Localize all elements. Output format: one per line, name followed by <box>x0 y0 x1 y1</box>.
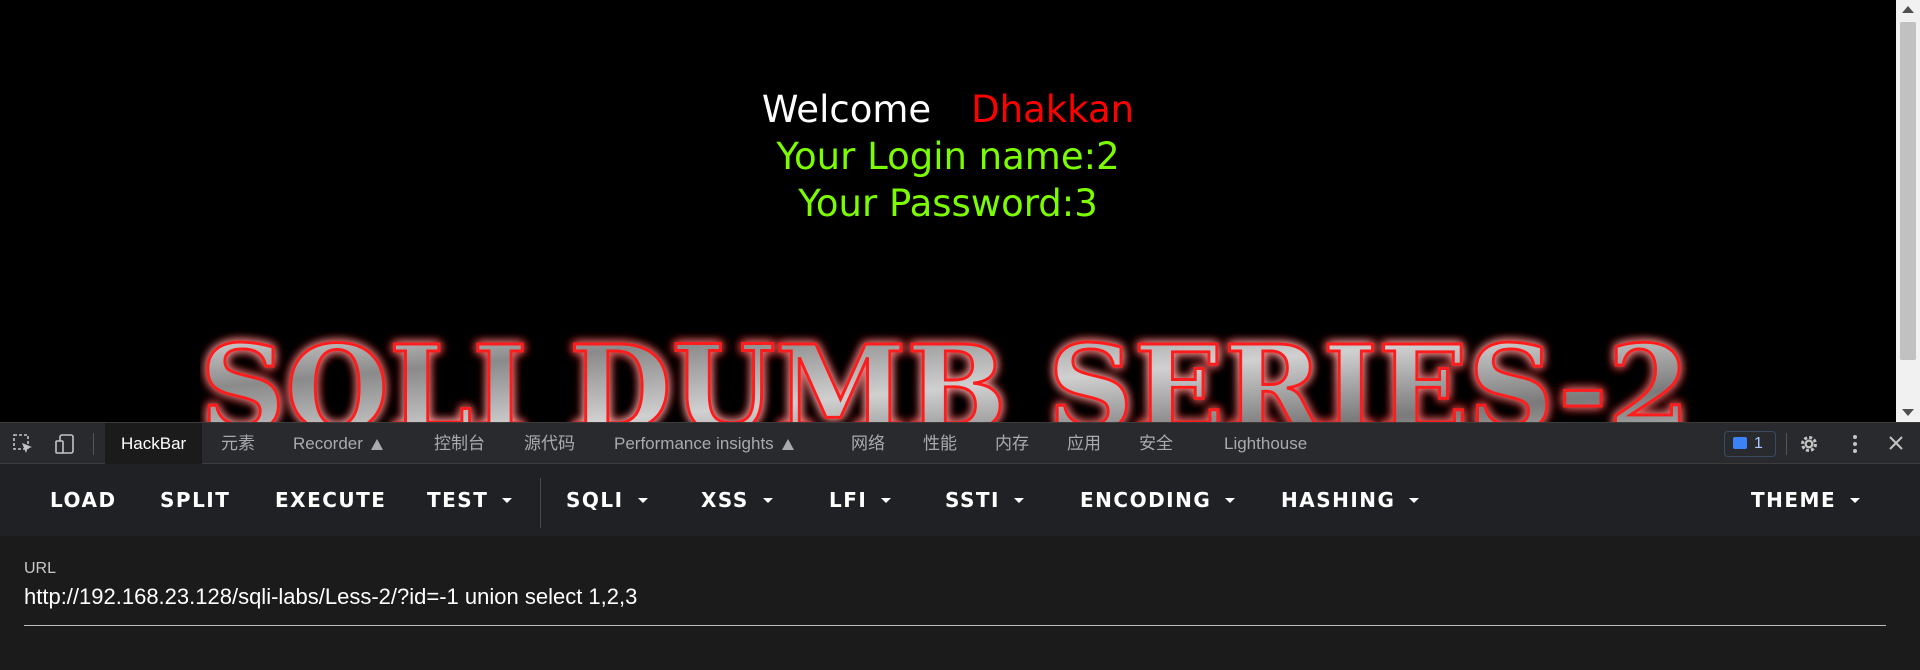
hashing-dropdown[interactable]: HASHING <box>1281 464 1420 536</box>
tab-performance-insights[interactable]: Performance insights <box>614 423 794 464</box>
tab-security[interactable]: 安全 <box>1139 423 1173 464</box>
toolbar-separator <box>540 478 541 528</box>
welcome-line: Welcome Dhakkan <box>0 86 1896 133</box>
chevron-down-icon <box>502 498 513 503</box>
chevron-down-icon <box>762 498 773 503</box>
login-name-line: Your Login name:2 <box>776 135 1120 178</box>
devtools-tabbar: HackBar 元素 Recorder 控制台 源代码 Performance … <box>0 422 1920 464</box>
hackbar-toolbar: LOAD SPLIT EXECUTE TEST SQLI XSS LFI SST… <box>0 464 1920 536</box>
inspect-icon[interactable] <box>12 433 34 455</box>
toolbar-separator <box>1786 433 1787 455</box>
chevron-down-icon <box>1409 498 1420 503</box>
welcome-block: Welcome Dhakkan Your Login name:2 Your Pa… <box>0 86 1896 227</box>
chevron-down-icon <box>1225 498 1236 503</box>
tab-sources[interactable]: 源代码 <box>524 423 575 464</box>
scrollbar-thumb[interactable] <box>1900 22 1916 360</box>
tab-lighthouse[interactable]: Lighthouse <box>1224 423 1307 464</box>
tab-recorder[interactable]: Recorder <box>293 423 383 464</box>
page-viewport: Welcome Dhakkan Your Login name:2 Your Pa… <box>0 0 1896 422</box>
experiment-flask-icon <box>781 439 794 450</box>
chevron-down-icon <box>1850 498 1861 503</box>
encoding-label: ENCODING <box>1080 488 1212 512</box>
more-vertical-icon[interactable] <box>1852 433 1858 455</box>
tab-memory[interactable]: 内存 <box>995 423 1029 464</box>
experiment-flask-icon <box>370 439 383 450</box>
user-name: Dhakkan <box>971 88 1135 131</box>
url-input[interactable]: http://192.168.23.128/sqli-labs/Less-2/?… <box>24 584 1884 610</box>
welcome-text: Welcome <box>761 88 932 131</box>
xss-dropdown[interactable]: XSS <box>701 464 773 536</box>
sqli-label: SQLI <box>566 488 624 512</box>
xss-label: XSS <box>701 488 749 512</box>
ssti-dropdown[interactable]: SSTI <box>945 464 1024 536</box>
devtools-panel: HackBar 元素 Recorder 控制台 源代码 Performance … <box>0 422 1920 670</box>
sqli-dropdown[interactable]: SQLI <box>566 464 648 536</box>
toolbar-separator <box>93 433 94 455</box>
load-button[interactable]: LOAD <box>50 464 117 536</box>
execute-button[interactable]: EXECUTE <box>275 464 386 536</box>
chevron-down-icon <box>881 498 892 503</box>
test-label: TEST <box>427 488 489 512</box>
issues-count: 1 <box>1754 435 1763 452</box>
sqli-dumb-series-banner: SQLI DUMB SERIES-2 <box>200 330 1691 422</box>
url-label: URL <box>24 560 57 577</box>
chevron-down-icon <box>637 498 648 503</box>
theme-label: THEME <box>1751 488 1837 512</box>
scroll-down-icon[interactable] <box>1902 409 1914 416</box>
tab-application[interactable]: 应用 <box>1067 423 1101 464</box>
tab-network[interactable]: 网络 <box>851 423 885 464</box>
gear-icon[interactable] <box>1799 434 1819 454</box>
scroll-up-icon[interactable] <box>1902 6 1914 13</box>
tab-recorder-label: Recorder <box>293 434 363 453</box>
close-icon[interactable] <box>1886 433 1906 453</box>
tab-console[interactable]: 控制台 <box>434 423 485 464</box>
theme-dropdown[interactable]: THEME <box>1751 464 1861 536</box>
lfi-label: LFI <box>829 488 868 512</box>
chevron-down-icon <box>1014 498 1024 503</box>
split-button[interactable]: SPLIT <box>160 464 230 536</box>
device-toggle-icon[interactable] <box>54 433 76 455</box>
page-scrollbar[interactable] <box>1896 0 1920 422</box>
ssti-label: SSTI <box>945 488 1000 512</box>
issues-button[interactable]: 1 <box>1724 431 1776 457</box>
url-field-area: URL http://192.168.23.128/sqli-labs/Less… <box>0 536 1920 670</box>
tab-performance[interactable]: 性能 <box>923 423 957 464</box>
hashing-label: HASHING <box>1281 488 1396 512</box>
lfi-dropdown[interactable]: LFI <box>829 464 892 536</box>
tab-performance-insights-label: Performance insights <box>614 434 774 453</box>
test-dropdown[interactable]: TEST <box>427 464 513 536</box>
tab-hackbar[interactable]: HackBar <box>105 423 203 464</box>
encoding-dropdown[interactable]: ENCODING <box>1080 464 1236 536</box>
issues-icon <box>1733 437 1747 449</box>
url-underline <box>24 625 1886 626</box>
password-line: Your Password:3 <box>798 182 1098 225</box>
banner-text: SQLI DUMB SERIES-2 <box>200 330 1690 422</box>
tab-elements[interactable]: 元素 <box>221 423 255 464</box>
